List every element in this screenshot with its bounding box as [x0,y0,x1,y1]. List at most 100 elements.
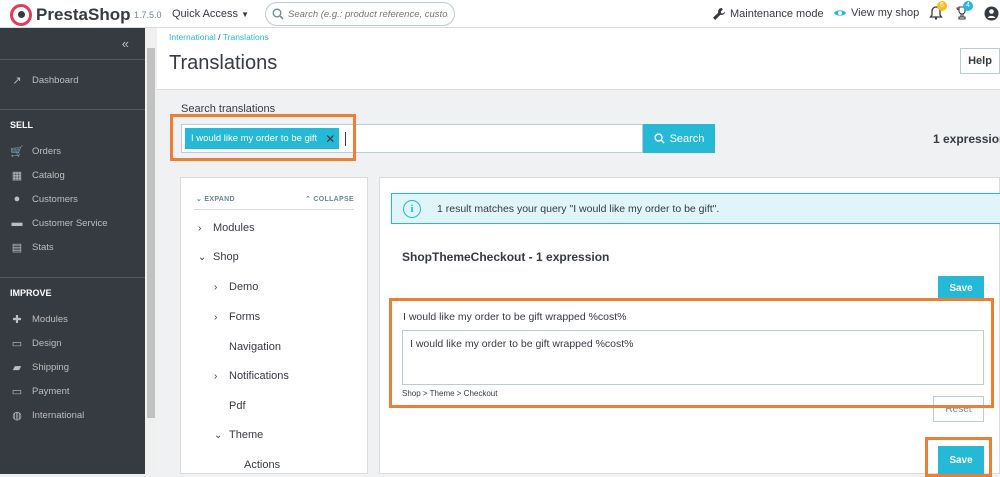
sidebar-item-payment[interactable]: ▭ Payment [0,379,145,403]
bar-chart-icon: ▤ [11,241,23,254]
alert-text: 1 result matches your query "I would lik… [437,202,720,215]
tree-node-label: Notifications [229,370,289,382]
tree-node-shop[interactable]: ⌄ Shop [198,251,239,263]
reset-button[interactable]: Reset [933,396,984,422]
sidebar-item-dashboard[interactable]: ↗ Dashboard [0,68,145,92]
domain-title: ShopThemeCheckout - 1 expression [402,250,610,264]
truck-icon: ▰ [12,361,22,374]
sidebar-item-label: Dashboard [32,74,79,86]
scrollbar-thumb[interactable] [147,48,155,418]
sidebar-scrollbar[interactable] [145,28,157,474]
sidebar-item-label: International [32,409,85,421]
page-header: International / Translations Translation… [157,28,1000,90]
breadcrumb-translations[interactable]: Translations [223,32,269,42]
breadcrumb-international[interactable]: International [169,32,216,42]
search-button-label: Search [669,132,705,145]
expand-all-button[interactable]: ⌄ EXPAND [196,195,235,203]
globe-icon: ◍ [12,409,22,422]
search-button[interactable]: Search [643,124,715,153]
chevron-right-icon: › [214,281,218,293]
sidebar-item-label: Payment [32,385,70,397]
tree-node-theme[interactable]: ⌄ Theme [214,429,263,441]
orders-badge: 6 [937,1,947,11]
tree-node-notifications[interactable]: › Notifications [214,370,289,382]
chevron-down-icon: ⌄ [196,196,203,203]
info-alert: i 1 result matches your query "I would l… [391,193,1000,224]
cart-icon: 🛒 [10,145,24,158]
global-search [265,2,455,26]
tree-node-actions[interactable]: Actions [244,459,280,471]
tree-node-pdf[interactable]: Pdf [229,400,246,412]
sidebar-item-label: Orders [32,145,62,157]
sidebar-section-improve: IMPROVE [0,277,145,307]
puzzle-icon: ✚ [12,313,22,326]
tree-node-label: Theme [229,429,264,441]
chevron-down-icon: ⌄ [198,251,207,263]
store-icon: ▦ [11,169,23,182]
maintenance-mode-link[interactable]: Maintenance mode [712,7,824,21]
view-shop-label: View my shop [851,7,920,19]
global-search-input[interactable] [288,8,448,20]
sidebar-item-stats[interactable]: ▤ Stats [0,235,145,259]
collapse-all-button[interactable]: ⌃ COLLAPSE [305,195,354,203]
puffin-logo-icon [10,4,32,26]
translation-path: Shop > Theme > Checkout [402,389,498,398]
eye-icon [834,10,846,16]
sidebar-item-label: Customers [32,193,78,205]
text-cursor [345,131,347,146]
user-circle-icon [984,6,999,21]
maintenance-label: Maintenance mode [730,8,824,20]
page-title: Translations [169,52,278,74]
tree-node-label: Navigation [229,341,281,353]
tree-node-modules[interactable]: › Modules [198,222,255,234]
sidebar-item-shipping[interactable]: ▰ Shipping [0,355,145,379]
tree-node-label: Pdf [229,400,246,412]
wrench-icon [713,8,725,20]
sidebar-item-catalog[interactable]: ▦ Catalog [0,163,145,187]
chat-icon: ▬ [11,217,23,229]
sidebar-item-international[interactable]: ◍ International [0,403,145,427]
sidebar-item-label: Catalog [32,169,65,181]
sidebar-item-orders[interactable]: 🛒 Orders [0,139,145,163]
orders-notification[interactable]: 6 [929,1,947,20]
translation-search-input[interactable]: I would like my order to be gift ✕ [181,124,643,153]
chevron-up-icon: ⌃ [305,196,312,203]
original-expression: I would like my order to be gift wrapped… [403,311,627,323]
tree-node-forms[interactable]: › Forms [214,311,260,323]
chevron-right-icon: › [214,370,218,382]
tree-node-navigation[interactable]: Navigation [229,341,281,353]
translation-textarea[interactable]: I would like my order to be gift wrapped… [402,330,984,385]
view-shop-link[interactable]: View my shop [833,7,919,19]
help-button[interactable]: Help [960,48,1000,74]
search-tag-label: I would like my order to be gift [191,133,318,144]
sidebar-item-customers[interactable]: ● Customers [0,187,145,211]
sidebar: « ↗ Dashboard SELL 🛒 Orders ▦ Catalog ● Cus… [0,28,145,474]
expand-label: EXPAND [204,196,235,203]
chevron-right-icon: › [198,222,202,234]
close-icon[interactable]: ✕ [325,132,335,146]
search-icon [272,8,284,20]
tree-node-demo[interactable]: › Demo [214,281,258,293]
employee-avatar[interactable] [984,6,999,26]
prestashop-logo[interactable]: PrestaShop [10,4,130,26]
sidebar-item-customer-service[interactable]: ▬ Customer Service [0,211,145,235]
collapse-sidebar-icon[interactable]: « [122,36,129,51]
tree-node-label: Forms [229,311,261,323]
sidebar-item-modules[interactable]: ✚ Modules [0,307,145,331]
version-label: 1.7.5.0 [134,10,162,20]
quick-access-dropdown[interactable]: Quick Access ▼ [172,8,249,20]
caret-down-icon: ▼ [241,10,250,19]
sidebar-section-sell: SELL [0,109,145,139]
tree-divider [194,209,354,210]
credit-card-icon: ▭ [11,385,23,398]
search-icon [653,133,665,144]
save-domain-button[interactable]: Save [938,276,984,300]
sidebar-item-label: Customer Service [32,217,108,229]
sidebar-item-design[interactable]: ▭ Design [0,331,145,355]
expressions-count: 1 expressions [933,132,1000,146]
tree-node-label: Demo [229,281,259,293]
customers-notification[interactable]: 4 [955,1,973,20]
sidebar-item-label: Shipping [32,361,69,373]
chevron-down-icon: ⌄ [214,429,223,441]
save-button[interactable]: Save [938,446,984,474]
